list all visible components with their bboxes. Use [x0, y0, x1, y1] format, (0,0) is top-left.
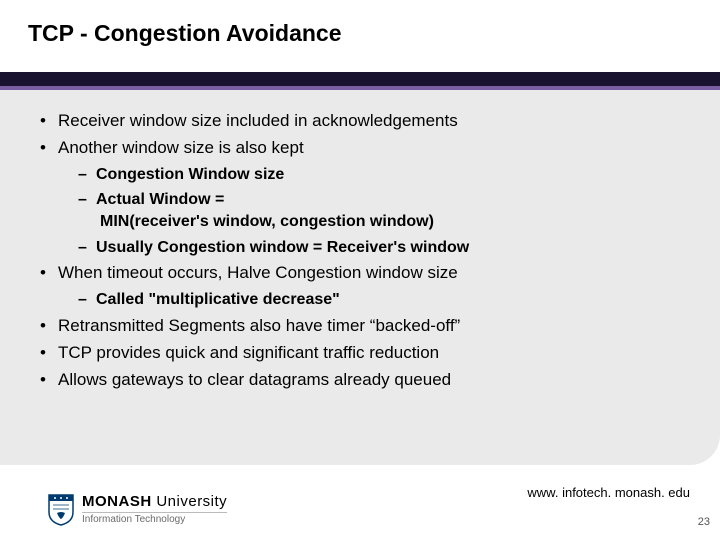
bullet-2: •Another window size is also kept — [40, 137, 680, 160]
bullet-1: •Receiver window size included in acknow… — [40, 110, 680, 133]
subbullet-2-2: –Actual Window =MIN(receiver's window, c… — [40, 189, 680, 232]
bullet-text: Receiver window size included in acknowl… — [58, 111, 458, 130]
slide-body: •Receiver window size included in acknow… — [40, 110, 680, 396]
bullet-text: Another window size is also kept — [58, 138, 304, 157]
footer-url: www. infotech. monash. edu — [527, 485, 690, 500]
logo-main-rest: University — [152, 493, 228, 510]
bullet-text: MIN(receiver's window, congestion window… — [100, 213, 434, 230]
subbullet-2-1: –Congestion Window size — [40, 164, 680, 186]
page-number: 23 — [698, 516, 710, 528]
slide: TCP - Congestion Avoidance •Receiver win… — [0, 0, 720, 540]
bullet-text: Called "multiplicative decrease" — [96, 291, 340, 308]
subbullet-2-3: –Usually Congestion window = Receiver's … — [40, 237, 680, 259]
bullet-4: •Retransmitted Segments also have timer … — [40, 315, 680, 338]
bullet-text: Allows gateways to clear datagrams alrea… — [58, 370, 451, 389]
bullet-text: TCP provides quick and significant traff… — [58, 343, 439, 362]
bullet-5: •TCP provides quick and significant traf… — [40, 342, 680, 365]
slide-title: TCP - Congestion Avoidance — [28, 20, 342, 47]
bullet-text: Congestion Window size — [96, 166, 284, 183]
divider-accent — [0, 86, 720, 90]
bullet-text: Actual Window = — [96, 191, 224, 208]
subbullet-3-1: –Called "multiplicative decrease" — [40, 289, 680, 311]
shield-icon — [48, 494, 74, 526]
logo-main: MONASH University — [82, 494, 227, 509]
bullet-3: •When timeout occurs, Halve Congestion w… — [40, 262, 680, 285]
bullet-text: Usually Congestion window = Receiver's w… — [96, 239, 469, 256]
logo-text: MONASH University Information Technology — [82, 494, 227, 525]
logo-sub: Information Technology — [82, 512, 227, 525]
logo-main-bold: MONASH — [82, 493, 152, 510]
footer: MONASH University Information Technology… — [0, 472, 720, 532]
bullet-text: When timeout occurs, Halve Congestion wi… — [58, 263, 458, 282]
divider-dark — [0, 72, 720, 86]
university-logo: MONASH University Information Technology — [48, 494, 227, 526]
bullet-6: •Allows gateways to clear datagrams alre… — [40, 369, 680, 392]
bullet-text: Retransmitted Segments also have timer “… — [58, 316, 460, 335]
